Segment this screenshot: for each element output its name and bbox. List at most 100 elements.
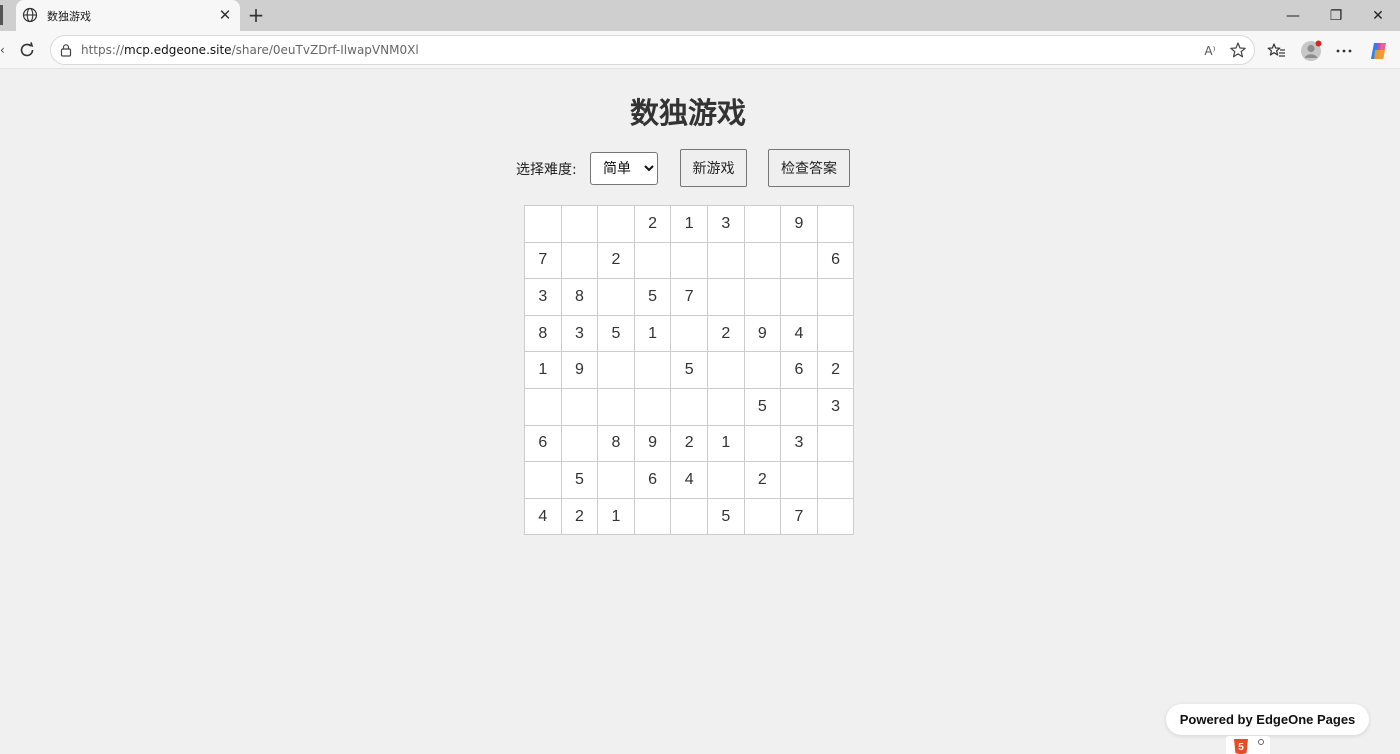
board-row: 2139 xyxy=(524,205,855,243)
restore-button[interactable]: ❐ xyxy=(1326,6,1346,26)
empty-cell[interactable] xyxy=(597,461,635,499)
empty-cell[interactable] xyxy=(670,314,708,353)
empty-cell[interactable] xyxy=(560,387,599,426)
difficulty-select[interactable]: 简单 xyxy=(590,152,658,185)
empty-cell[interactable] xyxy=(706,278,745,316)
given-cell: 4 xyxy=(524,497,562,536)
favorites-icon[interactable] xyxy=(1266,40,1288,62)
empty-cell[interactable] xyxy=(816,497,855,536)
given-cell: 3 xyxy=(780,424,818,463)
empty-cell[interactable] xyxy=(780,461,818,499)
empty-cell[interactable] xyxy=(743,497,782,536)
empty-cell[interactable] xyxy=(743,205,782,243)
given-cell: 2 xyxy=(597,241,635,280)
given-cell: 5 xyxy=(597,314,635,353)
given-cell: 8 xyxy=(524,314,562,353)
given-cell: 1 xyxy=(633,314,672,353)
empty-cell[interactable] xyxy=(633,387,672,426)
html5-icon: 5 xyxy=(1226,736,1270,754)
browser-tab-strip: 数独游戏 ✕ + — ❐ ✕ xyxy=(0,0,1400,31)
empty-cell[interactable] xyxy=(597,278,635,316)
board-row: 8351294 xyxy=(524,314,855,353)
empty-cell[interactable] xyxy=(706,387,745,426)
given-cell: 3 xyxy=(706,205,745,243)
empty-cell[interactable] xyxy=(524,387,562,426)
given-cell: 9 xyxy=(743,314,782,353)
copilot-icon[interactable] xyxy=(1368,40,1390,62)
given-cell: 1 xyxy=(706,424,745,463)
page-title: 数独游戏 xyxy=(629,96,746,130)
empty-cell[interactable] xyxy=(670,387,708,426)
given-cell: 2 xyxy=(706,314,745,353)
given-cell: 5 xyxy=(560,461,599,499)
empty-cell[interactable] xyxy=(706,241,745,280)
empty-cell[interactable] xyxy=(816,424,855,463)
sidebar-toggle-stub[interactable] xyxy=(0,5,3,25)
empty-cell[interactable] xyxy=(597,351,635,389)
star-icon[interactable] xyxy=(1229,41,1247,59)
given-cell: 5 xyxy=(633,278,672,316)
given-cell: 4 xyxy=(670,461,708,499)
empty-cell[interactable] xyxy=(816,461,855,499)
board-row: 72 6 xyxy=(524,241,855,280)
svg-text:5: 5 xyxy=(1238,742,1244,753)
given-cell: 7 xyxy=(524,241,562,280)
browser-tab[interactable]: 数独游戏 ✕ xyxy=(16,0,240,31)
given-cell: 6 xyxy=(780,351,818,389)
new-tab-button[interactable]: + xyxy=(246,5,266,25)
empty-cell[interactable] xyxy=(816,205,855,243)
empty-cell[interactable] xyxy=(633,497,672,536)
given-cell: 6 xyxy=(816,241,855,280)
check-answer-button[interactable]: 检查答案 xyxy=(768,149,850,187)
empty-cell[interactable] xyxy=(706,461,745,499)
url-host: mcp.edgeone.site xyxy=(124,43,232,57)
reload-icon[interactable] xyxy=(17,40,37,60)
empty-cell[interactable] xyxy=(743,241,782,280)
board-row: 421 57 xyxy=(524,497,855,536)
empty-cell[interactable] xyxy=(633,351,672,389)
given-cell: 5 xyxy=(706,497,745,536)
lock-icon[interactable] xyxy=(59,43,73,57)
tab-close-icon[interactable]: ✕ xyxy=(217,7,233,23)
globe-icon xyxy=(22,7,38,23)
empty-cell[interactable] xyxy=(780,241,818,280)
new-game-button[interactable]: 新游戏 xyxy=(680,149,747,187)
given-cell: 3 xyxy=(816,387,855,426)
empty-cell[interactable] xyxy=(780,387,818,426)
window-close-button[interactable]: ✕ xyxy=(1368,6,1388,26)
given-cell: 7 xyxy=(780,497,818,536)
sudoku-board: 2139726385783512941956253689213564242157 xyxy=(524,205,855,536)
given-cell: 2 xyxy=(743,461,782,499)
board-row: 53 xyxy=(524,387,855,426)
empty-cell[interactable] xyxy=(670,497,708,536)
empty-cell[interactable] xyxy=(597,387,635,426)
empty-cell[interactable] xyxy=(597,205,635,243)
empty-cell[interactable] xyxy=(816,314,855,353)
empty-cell[interactable] xyxy=(560,424,599,463)
empty-cell[interactable] xyxy=(743,278,782,316)
powered-by-badge[interactable]: Powered by EdgeOne Pages xyxy=(1166,704,1369,735)
empty-cell[interactable] xyxy=(743,424,782,463)
minimize-button[interactable]: — xyxy=(1283,6,1303,26)
empty-cell[interactable] xyxy=(743,351,782,389)
empty-cell[interactable] xyxy=(670,241,708,280)
tab-title: 数独游戏 xyxy=(47,10,91,23)
empty-cell[interactable] xyxy=(524,461,562,499)
given-cell: 1 xyxy=(670,205,708,243)
empty-cell[interactable] xyxy=(816,278,855,316)
empty-cell[interactable] xyxy=(524,205,562,243)
empty-cell[interactable] xyxy=(633,241,672,280)
given-cell: 9 xyxy=(560,351,599,389)
url-field[interactable]: https://mcp.edgeone.site/share/0euTvZDrf… xyxy=(50,35,1255,65)
given-cell: 6 xyxy=(633,461,672,499)
more-icon[interactable] xyxy=(1333,40,1355,62)
empty-cell[interactable] xyxy=(560,241,599,280)
read-aloud-icon[interactable]: A⁾ xyxy=(1201,42,1219,60)
empty-cell[interactable] xyxy=(780,278,818,316)
given-cell: 8 xyxy=(560,278,599,316)
avatar[interactable] xyxy=(1300,40,1322,62)
board-row: 3857 xyxy=(524,278,855,316)
empty-cell[interactable] xyxy=(706,351,745,389)
back-icon[interactable]: ‹ xyxy=(0,44,6,56)
empty-cell[interactable] xyxy=(560,205,599,243)
